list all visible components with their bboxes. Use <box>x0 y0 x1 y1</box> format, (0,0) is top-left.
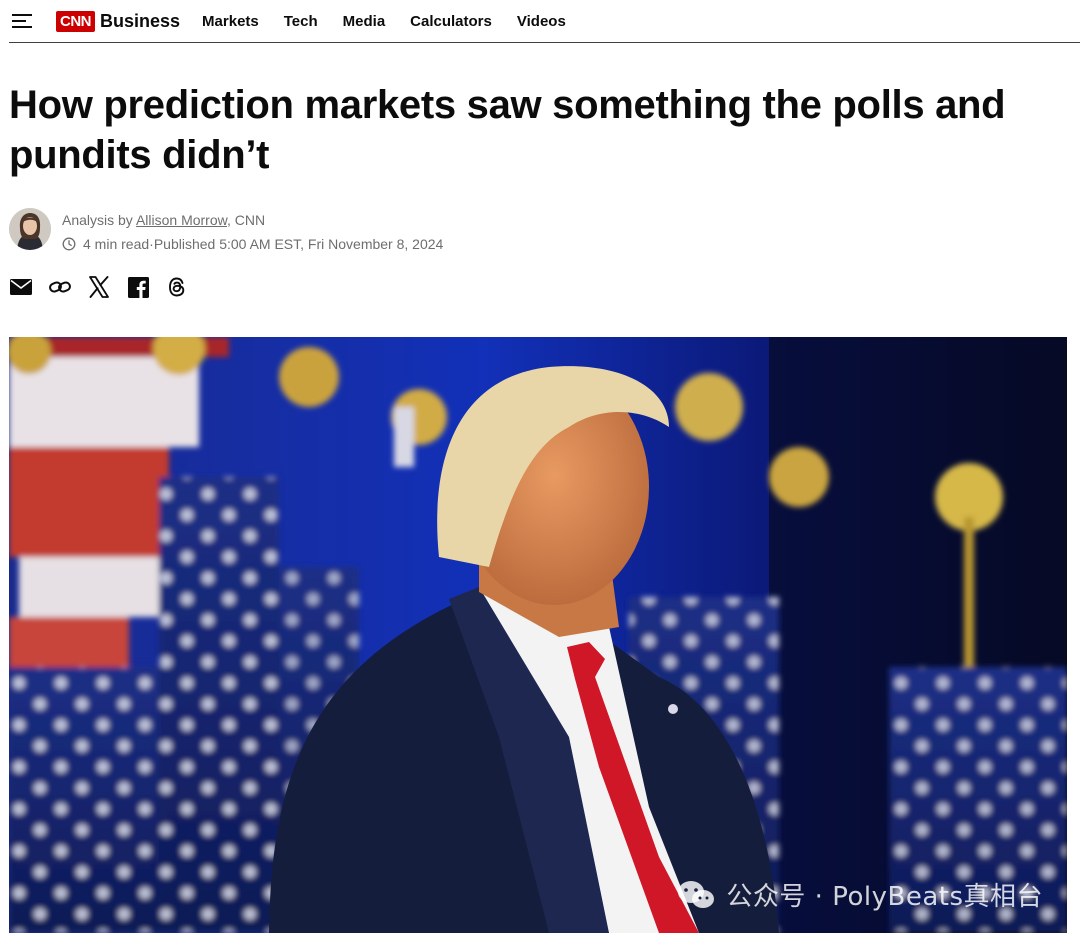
watermark: 公众号 · PolyBeats真相台 <box>676 876 1043 913</box>
byline-text: Analysis by Allison Morrow, CNN 4 min re… <box>62 208 443 253</box>
byline-suffix: , CNN <box>226 212 266 228</box>
author-avatar[interactable] <box>9 208 51 250</box>
hero-photo <box>9 337 1067 933</box>
watermark-text: 公众号 · PolyBeats真相台 <box>726 882 1043 912</box>
byline-meta-line: 4 min read · Published 5:00 AM EST, Fri … <box>62 235 443 253</box>
clock-icon <box>62 237 76 251</box>
publish-date: Published 5:00 AM EST, Fri November 8, 2… <box>153 236 444 252</box>
page: CNN Business Markets Tech Media Calculat… <box>0 0 1080 940</box>
nav-link-videos[interactable]: Videos <box>517 13 566 30</box>
nav-links: Markets Tech Media Calculators Videos <box>202 13 591 30</box>
facebook-icon[interactable] <box>127 276 149 298</box>
cnn-logo: CNN <box>56 10 95 32</box>
link-icon[interactable] <box>49 276 71 298</box>
top-nav: CNN Business Markets Tech Media Calculat… <box>9 0 1080 43</box>
nav-link-media[interactable]: Media <box>343 13 386 30</box>
threads-icon[interactable] <box>166 276 188 298</box>
nav-link-markets[interactable]: Markets <box>202 13 259 30</box>
nav-link-calculators[interactable]: Calculators <box>410 13 492 30</box>
author-link[interactable]: Allison Morrow <box>136 212 227 228</box>
byline-author-line: Analysis by Allison Morrow, CNN <box>62 211 443 229</box>
menu-icon[interactable] <box>12 14 32 28</box>
wechat-icon <box>678 880 715 908</box>
article-headline: How prediction markets saw something the… <box>9 83 1006 177</box>
share-bar <box>10 276 205 298</box>
byline-prefix: Analysis by <box>62 212 136 228</box>
brand-name: Business <box>100 10 181 31</box>
email-icon[interactable] <box>10 276 32 298</box>
byline: Analysis by Allison Morrow, CNN 4 min re… <box>9 208 443 253</box>
read-time: 4 min read <box>83 236 150 252</box>
hero-image: 公众号 · PolyBeats真相台 <box>9 337 1067 933</box>
brand-logo[interactable]: CNN Business <box>56 10 181 32</box>
nav-link-tech[interactable]: Tech <box>284 13 318 30</box>
x-icon[interactable] <box>88 276 110 298</box>
